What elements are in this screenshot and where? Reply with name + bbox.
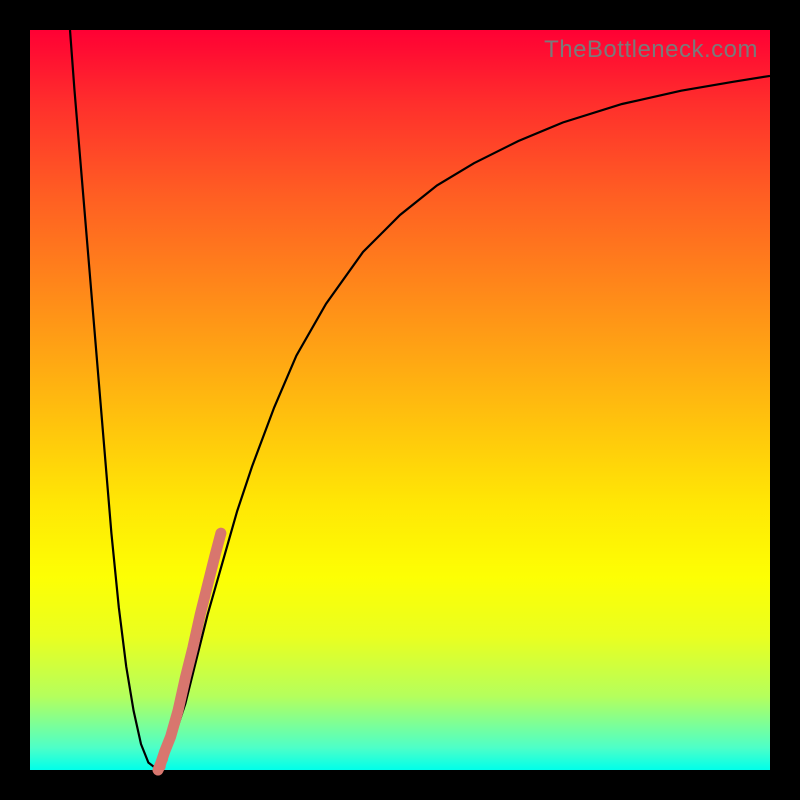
plot-area: TheBottleneck.com (30, 30, 770, 770)
highlight-markers (155, 533, 221, 772)
highlight-segment (158, 533, 221, 770)
chart-frame: TheBottleneck.com (0, 0, 800, 800)
chart-svg (30, 30, 770, 770)
bottleneck-curve (70, 30, 770, 770)
highlight-dot (157, 753, 168, 764)
